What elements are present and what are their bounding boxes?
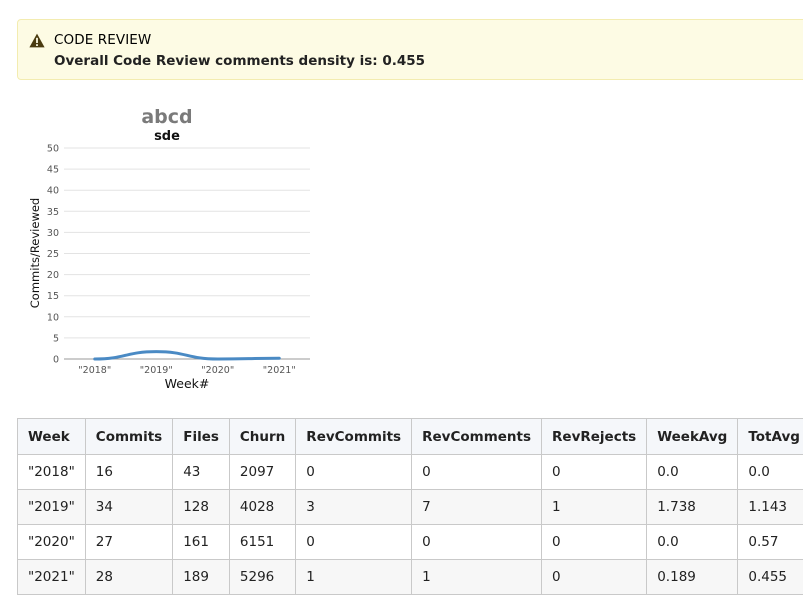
y-tick-label: 20 [47,270,59,281]
x-axis-ticks: "2018" "2019" "2020" "2021" [78,365,295,376]
x-tick-label: "2020" [201,365,234,376]
chart-svg: abcd sde 05101520253035404550 "2018" "201… [28,106,310,391]
x-axis-label: Week# [165,376,210,391]
chart-grid [64,147,310,339]
cell-churn: 4028 [228,489,297,525]
cell-totavg: 0.0 [737,454,803,490]
warning-triangle-icon [29,33,45,48]
x-tick-label: "2019" [140,365,173,376]
y-axis-ticks: 0 5 10 15 20 25 30 35 40 45 50 [47,144,59,366]
col-header-revrejects: RevRejects [541,418,648,455]
cell-revcomments: 1 [411,559,543,595]
cell-revrejects: 0 [541,559,648,595]
x-tick-label: "2018" [78,365,111,376]
y-tick-label: 5 [53,333,59,344]
y-tick-label: 35 [47,207,59,218]
y-tick-label: 45 [47,165,59,176]
chart-title: abcd [141,106,192,128]
cell-week: "2019" [17,489,86,525]
cell-week: "2020" [17,524,86,560]
cell-revrejects: 0 [541,454,648,490]
commits-reviewed-chart: abcd sde 0 5 10 15 20 25 30 35 40 45 50 "2018" "201… [25,100,325,400]
col-header-files: Files [172,418,230,455]
series-line [93,350,281,361]
cell-revcomments: 7 [411,489,543,525]
cell-week: "2018" [17,454,86,490]
cell-week: "2021" [17,559,86,595]
col-header-weekavg: WeekAvg [646,418,739,455]
density-value: 0.455 [382,53,426,69]
cell-revcomments: 0 [411,524,543,560]
table-header-row: Week Commits Files Churn RevCommits RevC… [17,418,803,455]
cell-revcommits: 0 [295,524,413,560]
cell-weekavg: 0.0 [646,524,739,560]
cell-commits: 16 [84,454,174,490]
y-tick-label: 30 [47,228,59,239]
cell-totavg: 0.455 [737,559,803,595]
y-tick-label: 40 [47,186,59,197]
cell-totavg: 1.143 [737,489,803,525]
cell-totavg: 0.57 [737,524,803,560]
alert-message-text: Overall Code Review comments density is: [54,53,383,69]
cell-revcommits: 1 [295,559,413,595]
col-header-revcomments: RevComments [411,418,543,455]
cell-revcomments: 0 [411,454,543,490]
weekly-review-table: Week Commits Files Churn RevCommits RevC… [17,418,803,595]
code-review-alert: CODE REVIEW Overall Code Review comments… [17,19,803,80]
table-row: "2019" 34 128 4028 3 7 1 1.738 1.143 [17,489,803,525]
col-header-totavg: TotAvg [737,418,803,455]
col-header-churn: Churn [228,418,297,455]
cell-files: 161 [172,524,230,560]
cell-revcommits: 0 [295,454,413,490]
cell-commits: 27 [84,524,174,560]
cell-files: 128 [172,489,230,525]
cell-churn: 2097 [228,454,297,490]
cell-files: 43 [172,454,230,490]
cell-revrejects: 0 [541,524,648,560]
x-tick-label: "2021" [263,365,296,376]
cell-commits: 34 [84,489,174,525]
y-tick-label: 15 [47,291,59,302]
y-tick-label: 0 [53,355,59,366]
cell-commits: 28 [84,559,174,595]
cell-churn: 5296 [228,559,297,595]
cell-weekavg: 0.0 [646,454,739,490]
y-tick-label: 10 [47,312,59,323]
table-row: "2018" 16 43 2097 0 0 0 0.0 0.0 [17,454,803,490]
col-header-commits: Commits [84,418,174,455]
y-tick-label: 25 [47,249,59,260]
col-header-revcommits: RevCommits [295,418,413,455]
col-header-week: Week [17,418,86,455]
table-row: "2021" 28 189 5296 1 1 0 0.189 0.455 [17,559,803,595]
cell-revrejects: 1 [541,489,648,525]
alert-title: CODE REVIEW [54,32,152,48]
y-axis-label: Commits/Reviewed [28,198,42,308]
cell-revcommits: 3 [295,489,413,525]
cell-weekavg: 0.189 [646,559,739,595]
chart-subtitle: sde [154,129,180,144]
cell-churn: 6151 [228,524,297,560]
cell-weekavg: 1.738 [646,489,739,525]
cell-files: 189 [172,559,230,595]
alert-message: Overall Code Review comments density is:… [54,53,425,69]
table-row: "2020" 27 161 6151 0 0 0 0.0 0.57 [17,524,803,560]
y-tick-label: 50 [47,144,59,155]
